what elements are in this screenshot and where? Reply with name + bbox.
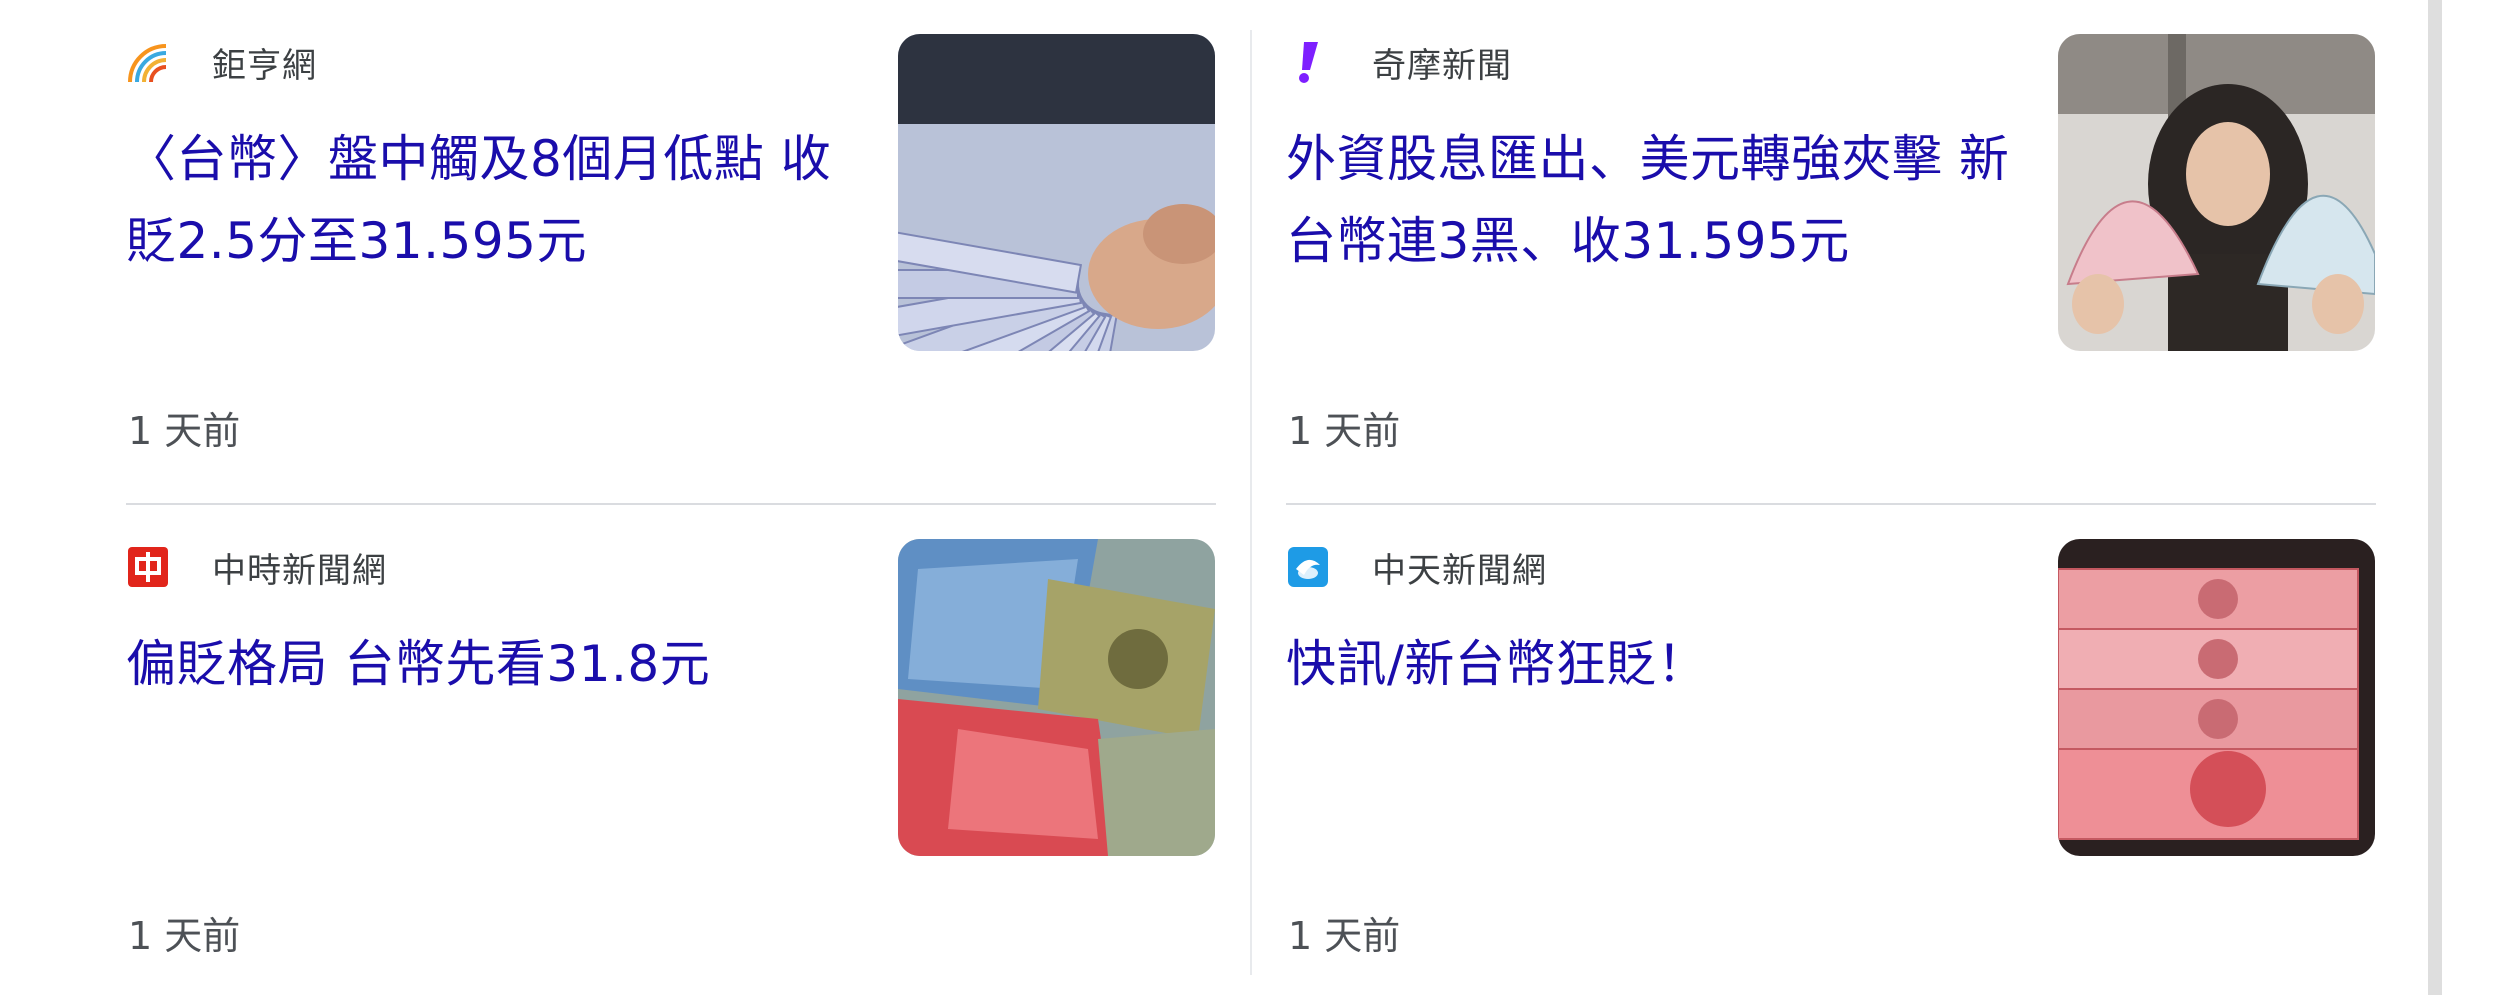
column-divider [1250,30,1252,975]
news-source: 中時新聞網 [126,537,387,597]
source-name: 鉅亨網 [212,45,317,86]
news-card[interactable]: 鉅亨網 〈台幣〉盤中觸及8個月低點 收貶2.5分至31.595元 1 天前 [126,0,1216,500]
news-card[interactable]: 中時新聞網 偏貶格局 台幣先看31.8元 1 天前 [126,505,1216,1005]
headline-link[interactable]: 外資股息匯出、美元轉強夾擊 新台幣連3黑、收31.595元 [1286,118,2026,282]
article-thumbnail[interactable] [898,539,1215,856]
news-source: 奇摩新聞 [1286,32,1512,92]
timestamp: 1 天前 [1288,409,1401,453]
timestamp: 1 天前 [128,409,241,453]
headline-link[interactable]: 〈台幣〉盤中觸及8個月低點 收貶2.5分至31.595元 [126,118,866,282]
article-thumbnail[interactable] [2058,539,2375,856]
headline-link[interactable]: 快訊/新台幣狂貶！ [1286,623,2026,705]
news-source: 鉅亨網 [126,32,317,92]
row-divider [126,503,1216,505]
timestamp: 1 天前 [128,914,241,958]
chinatimes-logo-icon [126,545,170,589]
yahoo-exclamation-logo-icon [1286,40,1330,84]
news-source: 中天新聞網 [1286,537,1547,597]
news-card[interactable]: 奇摩新聞 外資股息匯出、美元轉強夾擊 新台幣連3黑、收31.595元 1 天前 [1286,0,2376,500]
ctitv-logo-icon [1286,545,1330,589]
scrollbar-thumb[interactable] [2428,0,2442,995]
headline-link[interactable]: 偏貶格局 台幣先看31.8元 [126,623,866,705]
cnyes-rainbow-logo-icon [126,40,170,84]
source-name: 中天新聞網 [1372,550,1547,591]
news-card[interactable]: 中天新聞網 快訊/新台幣狂貶！ 1 天前 [1286,505,2376,1005]
article-thumbnail[interactable] [898,34,1215,351]
news-feed: 鉅亨網 〈台幣〉盤中觸及8個月低點 收貶2.5分至31.595元 1 天前 奇摩… [0,0,2428,995]
timestamp: 1 天前 [1288,914,1401,958]
article-thumbnail[interactable] [2058,34,2375,351]
row-divider [1286,503,2376,505]
source-name: 奇摩新聞 [1372,45,1512,86]
source-name: 中時新聞網 [212,550,387,591]
